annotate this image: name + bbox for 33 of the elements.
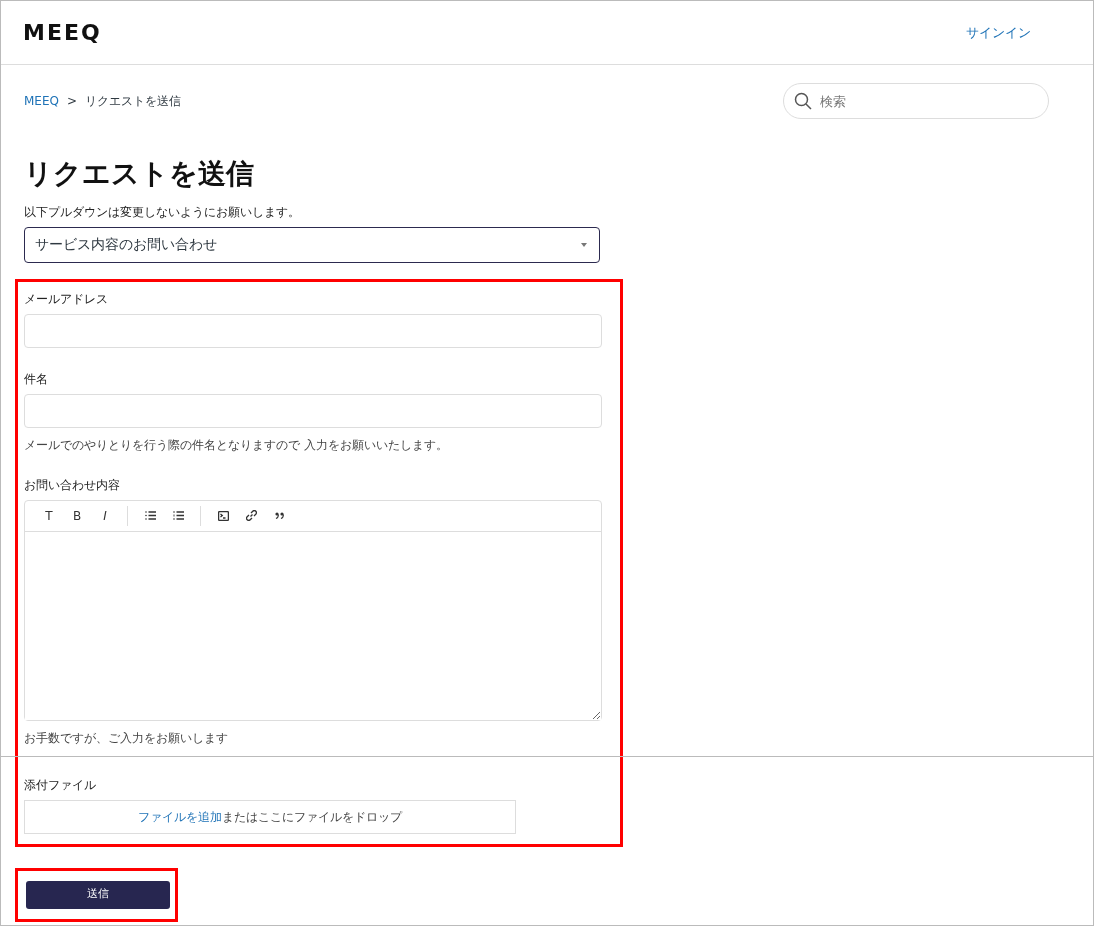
breadcrumb-link[interactable]: MEEQ: [24, 92, 59, 110]
rich-text-editor[interactable]: T B I: [24, 499, 602, 721]
search-field[interactable]: 検索: [783, 83, 1049, 119]
field-hint: メールでのやりとりを行う際の件名となりますので 入力をお願いいたします。: [24, 436, 449, 454]
text-style-button[interactable]: T: [35, 503, 63, 528]
bullet-list-icon: [144, 511, 156, 521]
input-field[interactable]: [24, 313, 602, 348]
dropdown[interactable]: サービス内容のお問い合わせ: [24, 226, 600, 263]
caret-icon: [581, 242, 587, 247]
italic-button[interactable]: I: [91, 503, 119, 528]
breadcrumb-separator: >: [66, 93, 78, 110]
page-title: リクエストを送信: [24, 157, 255, 191]
field-hint: お手数ですが、ご入力をお願いします: [24, 729, 229, 747]
breadcrumb-current: リクエストを送信: [85, 93, 182, 110]
search-icon: [794, 92, 812, 110]
numbered-list-icon: [172, 511, 184, 521]
signin-link[interactable]: サインイン: [966, 22, 1031, 43]
link-icon: [245, 510, 257, 522]
field-label: お問い合わせ内容: [24, 476, 121, 494]
bold-button[interactable]: B: [63, 503, 91, 528]
dropdown-label: 以下プルダウンは変更しないようにお願いします。: [24, 203, 301, 221]
add-file-link[interactable]: ファイルを追加: [138, 809, 222, 824]
drop-zone-text: ファイルを追加 またはここにファイルをドロップ: [138, 808, 402, 826]
submit-button[interactable]: 送信: [26, 880, 170, 909]
attachment-label: 添付ファイル: [24, 776, 97, 794]
input-field[interactable]: [24, 393, 602, 428]
file-drop-zone[interactable]: ファイルを追加 またはここにファイルをドロップ: [24, 799, 516, 834]
field-label: メールアドレス: [24, 290, 109, 308]
dropdown-value: サービス内容のお問い合わせ: [35, 235, 217, 255]
quote-icon: [274, 512, 284, 520]
logo: MEEQ: [23, 19, 102, 47]
field-label: 件名: [24, 370, 49, 388]
terminal-icon: [217, 510, 229, 521]
